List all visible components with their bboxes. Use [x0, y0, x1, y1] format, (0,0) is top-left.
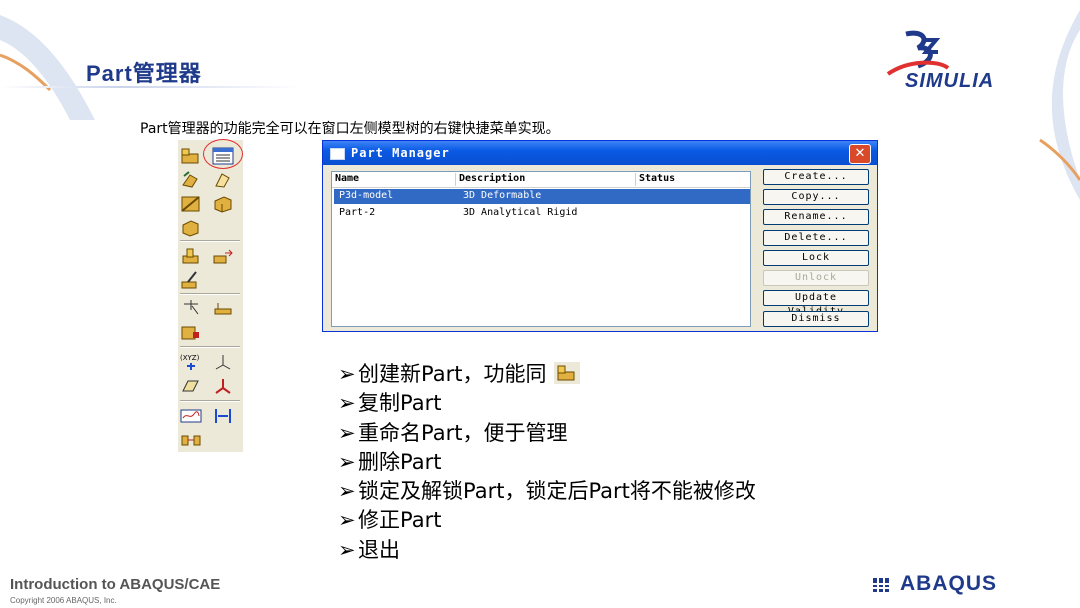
bullet-arrow-icon: ➢	[338, 391, 356, 416]
bullet-text: 复制Part	[358, 391, 442, 416]
simulia-logo-text: SIMULIA	[905, 70, 995, 92]
datum-plane-tool-icon[interactable]	[212, 298, 234, 318]
column-header-name[interactable]: Name	[332, 173, 456, 186]
table-row[interactable]: P3d-model 3D Deformable	[334, 189, 750, 204]
partition-tool-icon[interactable]	[180, 270, 202, 290]
datum-tool-icon[interactable]	[180, 298, 202, 318]
dismiss-button[interactable]: Dismiss	[763, 311, 869, 327]
row-description: 3D Deformable	[463, 190, 542, 201]
cut-extrude-tool-icon[interactable]	[180, 246, 202, 266]
rename-button[interactable]: Rename...	[763, 209, 869, 225]
bullet-arrow-icon: ➢	[338, 362, 356, 386]
copy-part-tool-icon[interactable]	[180, 170, 202, 190]
abaqus-logo-text: ABAQUS	[900, 572, 998, 595]
bullet-text: 创建新Part，功能同	[358, 362, 547, 386]
title-underline	[0, 86, 300, 88]
lock-button[interactable]: Lock	[763, 250, 869, 266]
row-name: Part-2	[339, 207, 376, 218]
column-header-description[interactable]: Description	[456, 173, 636, 186]
delete-button[interactable]: Delete...	[763, 230, 869, 246]
bullet-delete: ➢ 删除Part	[338, 446, 756, 475]
datum-plane-offset-tool-icon[interactable]	[180, 376, 202, 396]
highlight-circle	[203, 139, 243, 169]
feature-bullet-list: ➢ 创建新Part，功能同 ➢ 复制Part ➢ 重命名Part，便于管理 ➢ 删除Pa…	[338, 358, 756, 563]
bullet-text: 退出	[358, 537, 400, 562]
copy-button[interactable]: Copy...	[763, 189, 869, 205]
shell-tool-icon[interactable]	[180, 194, 202, 214]
rename-part-tool-icon[interactable]	[212, 170, 234, 190]
unlock-button: Unlock	[763, 270, 869, 286]
bullet-exit: ➢ 退出	[338, 534, 756, 563]
solid-revolve-tool-icon[interactable]	[180, 218, 202, 238]
create-part-inline-icon	[554, 362, 581, 384]
list-header: Name Description Status	[332, 172, 750, 188]
cut-sweep-tool-icon[interactable]	[212, 246, 234, 266]
merge-tool-icon[interactable]	[180, 430, 202, 450]
solid-extrude-tool-icon[interactable]	[212, 194, 234, 214]
svg-text:(XYZ): (XYZ)	[180, 354, 200, 362]
create-button[interactable]: Create...	[763, 169, 869, 185]
bullet-arrow-icon: ➢	[338, 508, 356, 533]
bullet-edit: ➢ 修正Part	[338, 504, 756, 533]
subtitle: Part管理器的功能完全可以在窗口左侧模型树的右键快捷菜单实现。	[140, 121, 560, 137]
copyright-text: Copyright 2006 ABAQUS, Inc.	[10, 596, 117, 605]
part-manager-dialog: Part Manager ✕ Name Description Status P…	[322, 140, 878, 332]
bullet-arrow-icon: ➢	[338, 479, 356, 504]
datum-csys-tool-icon[interactable]	[212, 376, 234, 396]
datum-axis-tool-icon[interactable]	[212, 352, 234, 372]
create-part-tool-icon[interactable]	[180, 146, 202, 166]
bullet-lock: ➢ 锁定及解锁Part，锁定后Part将不能被修改	[338, 475, 756, 504]
repair-tool-icon[interactable]	[180, 322, 202, 342]
part-toolbox: (XYZ)	[178, 140, 243, 452]
part-list[interactable]: Name Description Status P3d-model 3D Def…	[331, 171, 751, 327]
wire-tool-icon[interactable]	[180, 406, 202, 426]
bullet-text: 删除Part	[358, 449, 442, 474]
bullet-create: ➢ 创建新Part，功能同	[338, 358, 756, 387]
bullet-arrow-icon: ➢	[338, 449, 356, 474]
bullet-text: 修正Part	[358, 508, 442, 533]
dialog-titlebar[interactable]: Part Manager ✕	[323, 141, 877, 165]
datum-point-tool-icon[interactable]: (XYZ)	[180, 352, 202, 372]
abaqus-logo-icon	[873, 578, 891, 592]
bullet-text: 锁定及解锁Part，锁定后Part将不能被修改	[358, 479, 756, 504]
bullet-arrow-icon: ➢	[338, 537, 356, 562]
dialog-title: Part Manager	[351, 146, 450, 160]
close-button[interactable]: ✕	[849, 144, 871, 164]
table-row[interactable]: Part-2 3D Analytical Rigid	[334, 206, 750, 221]
bullet-text: 重命名Part，便于管理	[358, 420, 568, 445]
update-validity-button[interactable]: Update Validity	[763, 290, 869, 317]
course-title: Introduction to ABAQUS/CAE	[10, 576, 221, 593]
window-icon	[330, 148, 345, 160]
row-name: P3d-model	[339, 190, 394, 201]
column-header-status[interactable]: Status	[636, 173, 750, 186]
bullet-rename: ➢ 重命名Part，便于管理	[338, 417, 756, 446]
page-title: Part管理器	[86, 61, 202, 86]
bullet-copy: ➢ 复制Part	[338, 387, 756, 416]
dimension-tool-icon[interactable]	[212, 406, 234, 426]
bullet-arrow-icon: ➢	[338, 420, 356, 445]
row-description: 3D Analytical Rigid	[463, 207, 578, 218]
